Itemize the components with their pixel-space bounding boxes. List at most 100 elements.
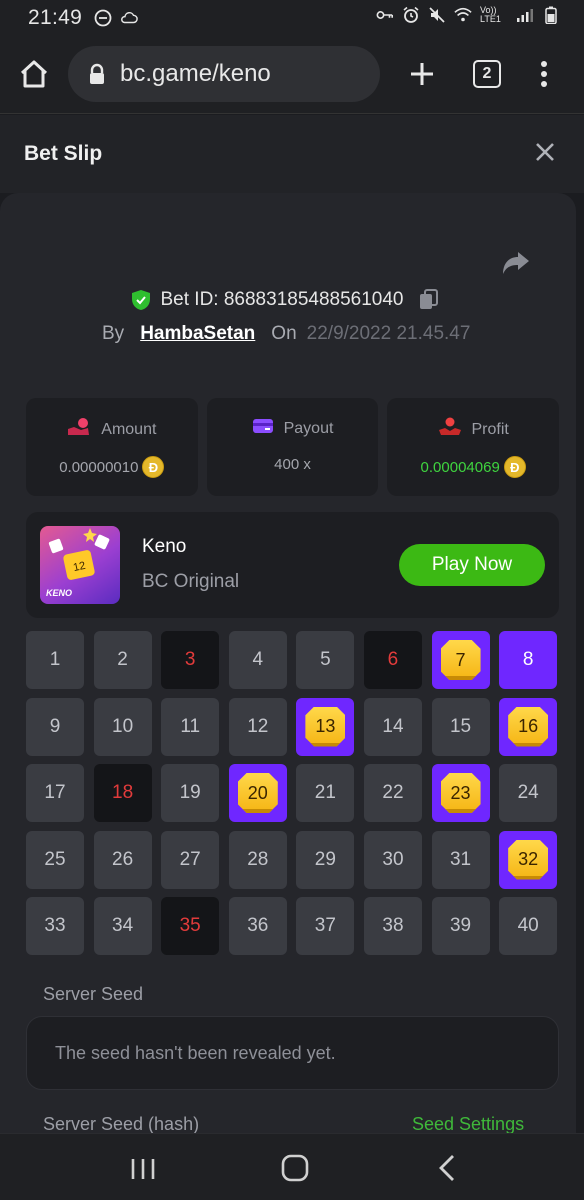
wifi-icon bbox=[454, 6, 472, 24]
keno-cell-number: 11 bbox=[180, 715, 201, 737]
keno-cell-number: 19 bbox=[179, 782, 201, 803]
verified-shield-icon bbox=[131, 289, 151, 311]
keno-cell-20: 20 bbox=[228, 764, 287, 822]
keno-cell-30: 30 bbox=[363, 830, 422, 889]
thumb-logo-text: KENO bbox=[46, 588, 72, 598]
gem-tile: 13 bbox=[305, 706, 346, 747]
keno-cell-38: 38 bbox=[363, 897, 422, 955]
tab-switcher-button[interactable]: 2 bbox=[473, 60, 501, 88]
keno-cell-10: 10 bbox=[93, 697, 152, 756]
keno-cell-37: 37 bbox=[296, 897, 355, 955]
home-icon[interactable] bbox=[16, 56, 52, 92]
new-tab-icon[interactable] bbox=[404, 56, 440, 92]
network-label: Vo)) LTE1 bbox=[480, 5, 501, 24]
bet-author-row: By HambaSetan On 22/9/2022 21.45.47 bbox=[102, 323, 470, 345]
keno-cell-number: 15 bbox=[449, 715, 472, 737]
keno-cell-number: 24 bbox=[517, 782, 539, 803]
keno-cell-36: 36 bbox=[228, 897, 287, 955]
copy-icon[interactable] bbox=[418, 289, 440, 311]
keno-cell-number: 17 bbox=[44, 782, 66, 803]
keno-cell-number: 25 bbox=[44, 848, 66, 870]
amount-stat: Amount 0.00000010 Đ bbox=[26, 398, 198, 496]
keno-cell-12: 12 bbox=[228, 697, 287, 756]
bet-id-row: Bet ID: 86883185488561040 bbox=[0, 289, 576, 311]
amount-value: 0.00000010 bbox=[59, 458, 139, 476]
status-bar: 21:49 Vo)) LTE1 bbox=[0, 0, 584, 36]
keno-cell-26: 26 bbox=[93, 830, 152, 889]
clock: 21:49 bbox=[28, 6, 83, 29]
profit-hand-icon bbox=[438, 417, 462, 442]
keno-cell-number: 21 bbox=[314, 782, 336, 803]
gem-tile: 23 bbox=[440, 773, 481, 813]
keno-cell-3: 3 bbox=[161, 631, 220, 689]
url-text: bc.game/keno bbox=[120, 60, 271, 87]
keno-cell-25: 25 bbox=[26, 830, 84, 889]
key-icon bbox=[376, 6, 394, 24]
keno-cell-35: 35 bbox=[161, 897, 220, 955]
cloud-icon bbox=[120, 9, 138, 27]
bet-id-label: Bet ID: bbox=[160, 289, 219, 310]
recent-apps-icon[interactable] bbox=[130, 1158, 156, 1180]
game-card: 12 KENO Keno BC Original Play Now bbox=[26, 512, 559, 618]
keno-cell-number: 26 bbox=[112, 848, 134, 870]
keno-cell-21: 21 bbox=[296, 764, 355, 822]
on-label: On bbox=[271, 323, 297, 344]
gem-tile: 16 bbox=[508, 706, 549, 747]
keno-cell-number: 30 bbox=[382, 848, 404, 870]
keno-cell-number: 39 bbox=[449, 915, 472, 936]
address-bar[interactable]: bc.game/keno bbox=[68, 46, 380, 102]
keno-cell-6: 6 bbox=[363, 631, 422, 689]
keno-cell-number: 3 bbox=[184, 649, 196, 670]
battery-icon bbox=[542, 6, 560, 24]
keno-cell-number: 9 bbox=[49, 715, 61, 737]
keno-cell-number: 10 bbox=[112, 715, 134, 737]
server-seed-field: The seed hasn't been revealed yet. bbox=[26, 1016, 559, 1090]
wallet-icon bbox=[252, 417, 274, 440]
keno-cell-number: 27 bbox=[179, 848, 201, 870]
home-nav-icon[interactable] bbox=[281, 1154, 309, 1182]
seed-settings-link[interactable]: Seed Settings bbox=[412, 1114, 524, 1133]
keno-cell-28: 28 bbox=[228, 830, 287, 889]
more-menu-icon[interactable] bbox=[532, 56, 556, 92]
bet-date: 22/9/2022 21.45.47 bbox=[306, 323, 471, 344]
bet-stats: Amount 0.00000010 Đ Payout 400 x Profit … bbox=[26, 398, 560, 496]
keno-cell-number: 35 bbox=[179, 915, 201, 936]
keno-thumbnail[interactable]: 12 KENO bbox=[40, 526, 120, 604]
keno-cell-9: 9 bbox=[26, 697, 84, 756]
keno-cell-27: 27 bbox=[161, 830, 220, 889]
back-icon[interactable] bbox=[436, 1154, 458, 1182]
username-link[interactable]: HambaSetan bbox=[140, 323, 255, 345]
share-icon[interactable] bbox=[501, 251, 531, 277]
server-seed-label: Server Seed bbox=[43, 984, 144, 1004]
keno-cell-number: 31 bbox=[449, 848, 472, 870]
server-seed-text: The seed hasn't been revealed yet. bbox=[55, 1042, 336, 1063]
keno-cell-number: 6 bbox=[387, 649, 399, 670]
keno-cell-33: 33 bbox=[26, 897, 84, 955]
keno-cell-2: 2 bbox=[93, 631, 152, 689]
keno-cell-15: 15 bbox=[431, 697, 490, 756]
keno-cell-number: 18 bbox=[112, 782, 134, 803]
doge-coin-icon: Đ bbox=[503, 456, 526, 478]
lock-icon bbox=[88, 63, 106, 85]
keno-cell-17: 17 bbox=[26, 764, 84, 822]
keno-cell-number: 4 bbox=[252, 649, 264, 670]
keno-cell-19: 19 bbox=[161, 764, 220, 822]
keno-cell-24: 24 bbox=[499, 764, 558, 822]
keno-cell-7: 7 bbox=[431, 631, 490, 689]
play-now-button[interactable]: Play Now bbox=[399, 544, 545, 586]
keno-cell-40: 40 bbox=[499, 897, 558, 955]
keno-cell-number: 29 bbox=[314, 848, 336, 870]
keno-cell-number: 2 bbox=[117, 649, 128, 670]
keno-cell-39: 39 bbox=[431, 897, 490, 955]
gem-tile: 32 bbox=[508, 839, 549, 880]
keno-cell-31: 31 bbox=[431, 830, 490, 889]
amount-label: Amount bbox=[101, 420, 157, 438]
keno-cell-number: 1 bbox=[49, 649, 61, 670]
keno-cell-14: 14 bbox=[363, 697, 422, 756]
keno-cell-4: 4 bbox=[228, 631, 287, 689]
close-icon[interactable] bbox=[534, 141, 556, 163]
thumb-tile-number: 12 bbox=[72, 560, 86, 574]
payout-stat: Payout 400 x bbox=[206, 398, 379, 496]
bet-slip-header: Bet Slip bbox=[0, 115, 584, 193]
keno-cell-29: 29 bbox=[296, 830, 355, 889]
